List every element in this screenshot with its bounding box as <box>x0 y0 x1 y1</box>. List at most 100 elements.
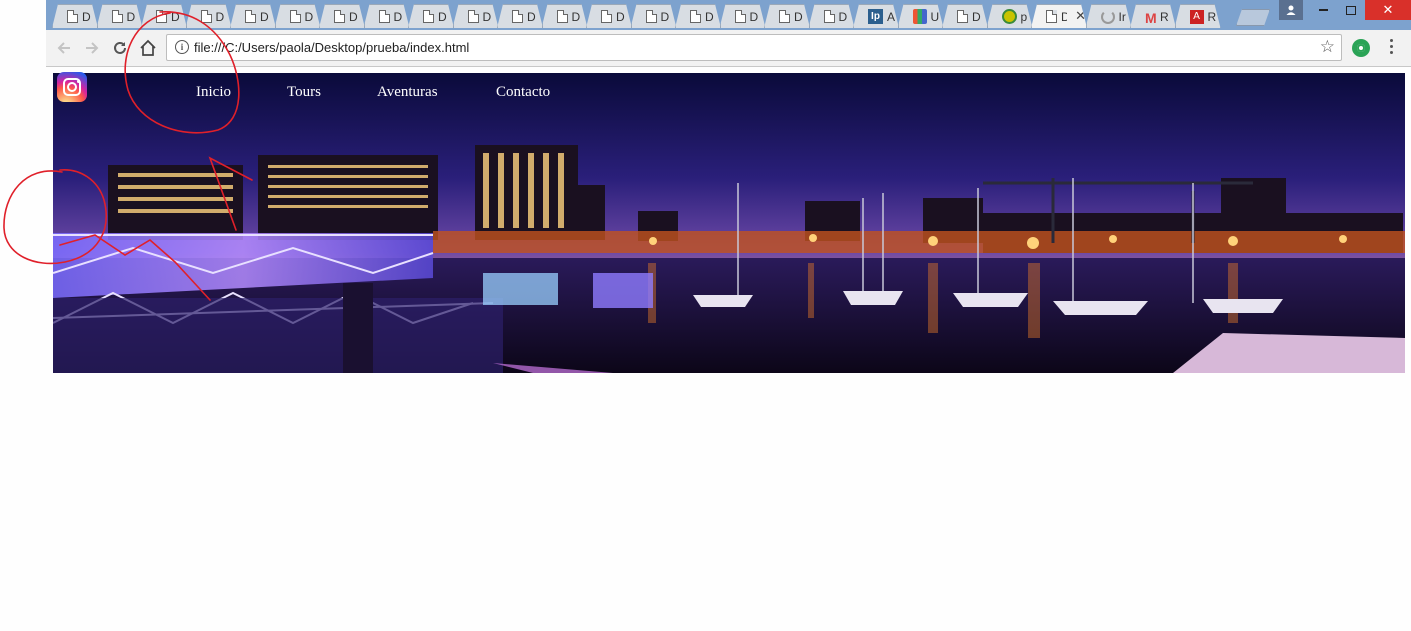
document-icon <box>646 10 657 23</box>
nav-link-tours[interactable]: Tours <box>287 84 321 101</box>
tab-title: D <box>616 9 625 24</box>
tab-title: p <box>1020 9 1028 24</box>
ip-icon: Ip <box>868 9 883 24</box>
minimize-button[interactable] <box>1309 0 1337 20</box>
tab-title: D <box>705 9 714 24</box>
browser-tab[interactable]: Ip A <box>853 4 899 28</box>
browser-tab[interactable]: D <box>141 4 187 28</box>
nav-link-inicio[interactable]: Inicio <box>196 84 231 101</box>
document-icon <box>824 10 835 23</box>
browser-tab[interactable]: D <box>675 4 721 28</box>
home-button[interactable] <box>138 38 158 58</box>
green-circle-icon <box>1002 9 1017 24</box>
hero-banner-image <box>53 73 1405 373</box>
browser-tab[interactable]: D ✕ <box>1031 4 1087 28</box>
browser-tab[interactable]: AR <box>1175 4 1221 28</box>
browser-tab[interactable]: MR <box>1130 4 1176 28</box>
document-icon <box>423 10 434 23</box>
tab-title: D <box>482 9 492 24</box>
tab-title: Ir <box>1118 9 1126 24</box>
document-icon <box>957 10 968 23</box>
tab-title: A <box>887 9 896 24</box>
browser-tab[interactable]: D <box>319 4 365 28</box>
document-icon <box>334 10 345 23</box>
back-arrow-icon <box>57 42 70 54</box>
loading-icon <box>1101 10 1115 24</box>
tab-title: D <box>438 9 447 24</box>
restore-button[interactable] <box>1337 0 1365 20</box>
tab-title: D <box>215 9 225 24</box>
document-icon <box>245 10 256 23</box>
tab-close-icon[interactable]: ✕ <box>1075 9 1086 24</box>
browser-tab[interactable]: U <box>898 4 944 28</box>
document-icon <box>290 10 301 23</box>
gmail-icon: M <box>1145 10 1157 26</box>
window-controls: ✕ <box>1279 0 1411 20</box>
browser-tab[interactable]: D <box>275 4 321 28</box>
nav-link-aventuras[interactable]: Aventuras <box>377 84 438 101</box>
browser-tab[interactable]: D <box>186 4 232 28</box>
browser-tab[interactable]: D <box>809 4 855 28</box>
info-icon[interactable]: i <box>175 40 189 54</box>
browser-tab[interactable]: D <box>408 4 454 28</box>
browser-tab[interactable]: D <box>453 4 499 28</box>
home-icon <box>140 39 156 56</box>
tab-title: D <box>838 9 848 24</box>
nav-link-contacto[interactable]: Contacto <box>496 84 550 101</box>
tab-title: D <box>349 9 358 24</box>
reload-icon <box>114 41 126 54</box>
address-bar[interactable]: i file:///C:/Users/paola/Desktop/prueba/… <box>166 34 1342 61</box>
document-icon <box>379 10 390 23</box>
extension-icon[interactable] <box>1352 39 1370 57</box>
browser-tab[interactable]: D <box>586 4 632 28</box>
url-text[interactable]: file:///C:/Users/paola/Desktop/prueba/in… <box>194 40 469 55</box>
u-logo-icon <box>913 9 927 24</box>
tab-title: D <box>571 9 581 24</box>
tab-title: D <box>126 9 136 24</box>
document-icon <box>557 10 568 23</box>
document-icon <box>512 10 523 23</box>
tab-title: D <box>393 9 403 24</box>
tab-title: D <box>794 9 803 24</box>
browser-tab[interactable]: D <box>52 4 98 28</box>
browser-menu-icon[interactable] <box>1390 39 1394 57</box>
browser-tab[interactable]: D <box>230 4 276 28</box>
browser-tab[interactable]: D <box>497 4 543 28</box>
tab-title: D <box>660 9 670 24</box>
instagram-icon[interactable] <box>57 72 87 102</box>
document-icon <box>735 10 746 23</box>
forward-button[interactable] <box>82 38 102 58</box>
browser-tab[interactable]: p <box>987 4 1033 28</box>
tab-title: D <box>527 9 536 24</box>
forward-arrow-icon <box>86 42 99 54</box>
reload-button[interactable] <box>110 38 130 58</box>
browser-tab[interactable]: D <box>97 4 143 28</box>
tab-title: R <box>1160 9 1169 24</box>
document-icon <box>67 10 78 23</box>
bookmark-star-icon[interactable]: ☆ <box>1320 37 1335 57</box>
browser-tab[interactable]: D <box>720 4 766 28</box>
browser-tab[interactable]: D <box>542 4 588 28</box>
document-icon <box>690 10 701 23</box>
close-window-button[interactable]: ✕ <box>1365 0 1411 20</box>
document-icon <box>201 10 212 23</box>
tab-title: D <box>260 9 269 24</box>
browser-tab[interactable]: Ir <box>1086 4 1132 28</box>
tab-title: D <box>304 9 314 24</box>
back-button[interactable] <box>54 38 74 58</box>
browser-tab[interactable]: D <box>764 4 810 28</box>
user-profile-icon[interactable] <box>1279 0 1303 20</box>
document-icon <box>601 10 612 23</box>
document-icon <box>156 10 167 23</box>
tab-title: D <box>82 9 91 24</box>
document-icon <box>468 10 479 23</box>
tab-strip: D D D D D D D D D D D D D D D D D D Ip A U Dp D ✕ Ir M R A R ✕ <box>46 0 1411 30</box>
browser-tab[interactable]: D <box>631 4 677 28</box>
document-icon <box>1046 10 1057 23</box>
tab-title: U <box>930 9 940 24</box>
browser-tab[interactable]: D <box>942 4 988 28</box>
tab-title: D <box>171 9 180 24</box>
tab-title: D <box>972 9 981 24</box>
acrobat-icon: A <box>1190 10 1204 24</box>
browser-tab[interactable]: D <box>364 4 410 28</box>
